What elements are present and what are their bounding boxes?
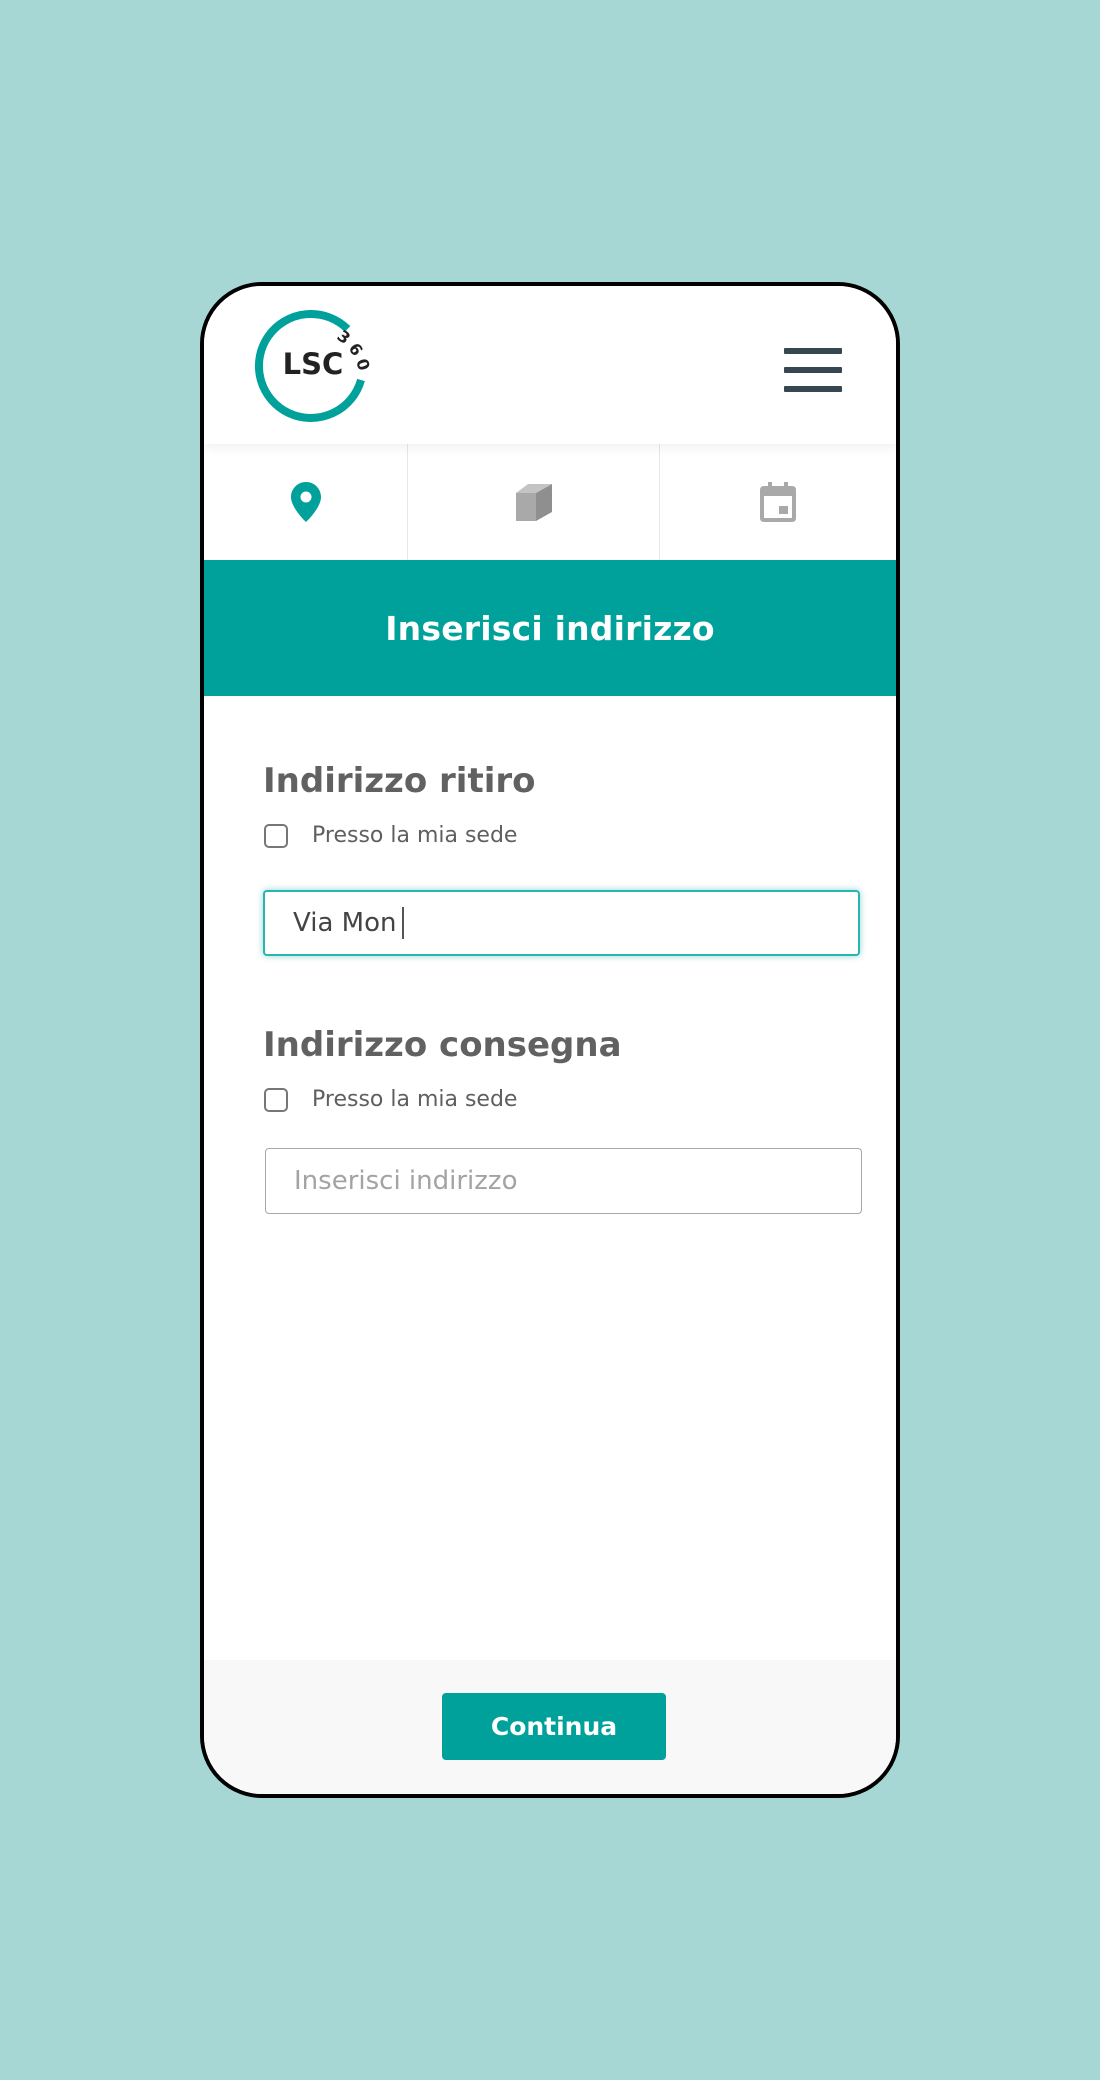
- pickup-address-value: Via Mon: [293, 908, 397, 938]
- svg-text:LSC: LSC: [283, 347, 344, 381]
- delivery-address-input[interactable]: [265, 1148, 862, 1214]
- delivery-at-my-site-checkbox[interactable]: [264, 1087, 288, 1112]
- text-caret: [402, 907, 405, 939]
- delivery-checkbox-label: Presso la mia sede: [312, 1087, 518, 1112]
- step-calendar[interactable]: [660, 444, 896, 560]
- delivery-address-title: Indirizzo consegna: [263, 1025, 622, 1065]
- step-package[interactable]: [408, 444, 660, 560]
- map-pin-icon: [290, 482, 321, 522]
- app-header: LSC 3 6 0: [204, 286, 896, 444]
- pickup-at-my-site-checkbox[interactable]: [264, 823, 288, 848]
- hamburger-menu-icon[interactable]: [784, 348, 842, 392]
- page-title: Inserisci indirizzo: [385, 608, 715, 648]
- calendar-icon: [760, 482, 796, 522]
- page-banner: Inserisci indirizzo: [204, 560, 896, 696]
- pickup-address-input[interactable]: Via Mon: [263, 890, 860, 956]
- pickup-address-title: Indirizzo ritiro: [263, 761, 536, 801]
- pickup-at-my-site-checkbox-row[interactable]: Presso la mia sede: [264, 823, 517, 848]
- phone-frame: LSC 3 6 0 Inserisci indirizzo Indirizzo …: [200, 282, 900, 1798]
- footer-bar: Continua: [204, 1660, 896, 1794]
- svg-text:0: 0: [352, 356, 374, 372]
- svg-text:6: 6: [345, 339, 367, 359]
- step-address[interactable]: [204, 444, 408, 560]
- steps-nav: [204, 444, 896, 560]
- lsc360-logo[interactable]: LSC 3 6 0: [252, 304, 374, 426]
- svg-text:3: 3: [334, 326, 354, 348]
- continue-button[interactable]: Continua: [442, 1693, 666, 1760]
- delivery-at-my-site-checkbox-row[interactable]: Presso la mia sede: [264, 1087, 517, 1112]
- package-box-icon: [515, 484, 552, 521]
- pickup-checkbox-label: Presso la mia sede: [312, 823, 518, 848]
